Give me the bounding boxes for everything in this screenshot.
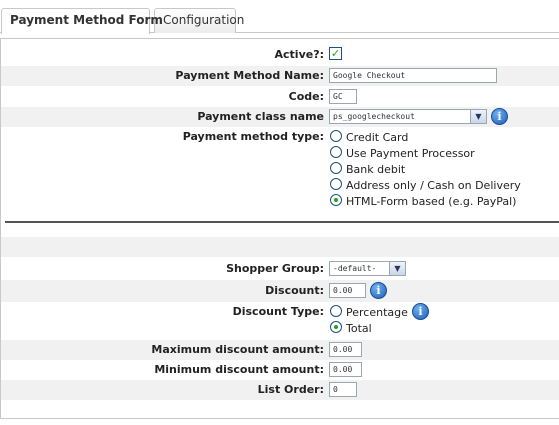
method-type-row: Payment method type: Credit Card Use Pay… (1, 127, 559, 213)
discount-type-label: Discount Type: (232, 305, 324, 318)
address-only-label: Address only / Cash on Delivery (346, 179, 521, 192)
min-discount-row: Minimum discount amount: 0.00 (1, 360, 559, 380)
active-checkbox[interactable]: ✓ (329, 47, 342, 60)
payment-method-type-label: Payment method type: (182, 130, 324, 143)
credit-card-label: Credit Card (346, 131, 409, 144)
tab-configuration[interactable]: Configuration (154, 8, 244, 33)
discount-row: Discount: 0.00 i (1, 280, 559, 302)
tab-payment-method-form[interactable]: Payment Method Form (1, 8, 163, 34)
min-discount-input[interactable]: 0.00 (329, 362, 362, 377)
total-label: Total (346, 322, 372, 335)
name-row: Payment Method Name: Google Checkout (1, 66, 559, 86)
info-icon[interactable]: i (491, 108, 508, 125)
payment-method-name-input[interactable]: Google Checkout (329, 68, 497, 83)
radio-bank-debit[interactable] (330, 162, 342, 174)
code-row: Code: GC (1, 87, 559, 107)
active-label: Active?: (274, 48, 324, 61)
info-icon[interactable]: i (370, 282, 387, 299)
chevron-down-icon[interactable]: ▼ (389, 262, 405, 275)
radio-address-only[interactable] (330, 178, 342, 190)
payment-processor-label: Use Payment Processor (346, 147, 475, 160)
code-label: Code: (288, 90, 324, 103)
max-discount-row: Maximum discount amount: 0.00 (1, 340, 559, 360)
bank-debit-label: Bank debit (346, 163, 406, 176)
payment-method-form-panel: Active?: ✓ Payment Method Name: Google C… (0, 38, 559, 419)
payment-method-name-label: Payment Method Name: (175, 69, 324, 82)
tab-bar: Payment Method Form Configuration (0, 0, 559, 34)
radio-percentage[interactable] (330, 305, 342, 317)
max-discount-input[interactable]: 0.00 (329, 342, 362, 357)
list-order-label: List Order: (257, 383, 324, 396)
max-discount-label: Maximum discount amount: (151, 343, 324, 356)
radio-html-form[interactable] (330, 194, 342, 206)
discount-label: Discount: (265, 284, 324, 297)
percentage-label: Percentage (346, 306, 408, 319)
shopper-group-select[interactable]: -default- ▼ (329, 261, 406, 276)
min-discount-label: Minimum discount amount: (154, 363, 324, 376)
payment-class-name-label: Payment class name (197, 110, 324, 123)
radio-credit-card[interactable] (330, 130, 342, 142)
shopper-group-value: -default- (333, 264, 377, 273)
radio-payment-processor[interactable] (330, 146, 342, 158)
shopper-group-row: Shopper Group: -default- ▼ (1, 259, 559, 279)
payment-class-select[interactable]: ps_googlecheckout ▼ (329, 109, 487, 124)
html-form-label: HTML-Form based (e.g. PayPal) (346, 195, 517, 208)
payment-class-value: ps_googlecheckout (333, 112, 415, 121)
shopper-group-label: Shopper Group: (226, 262, 324, 275)
bottom-spacer (1, 400, 559, 419)
spacer-row (1, 237, 559, 257)
section-divider (5, 221, 559, 223)
list-order-row: List Order: 0 (1, 380, 559, 400)
chevron-down-icon[interactable]: ▼ (470, 110, 486, 123)
code-input[interactable]: GC (329, 89, 357, 104)
check-icon: ✓ (330, 47, 341, 60)
discount-input[interactable]: 0.00 (329, 283, 366, 298)
discount-type-row: Discount Type: Percentage i Total (1, 302, 559, 338)
radio-total[interactable] (330, 321, 342, 333)
info-icon[interactable]: i (412, 303, 429, 320)
list-order-input[interactable]: 0 (329, 382, 357, 397)
class-name-row: Payment class name ps_googlecheckout ▼ i (1, 107, 559, 127)
active-row: Active?: ✓ (1, 45, 559, 63)
